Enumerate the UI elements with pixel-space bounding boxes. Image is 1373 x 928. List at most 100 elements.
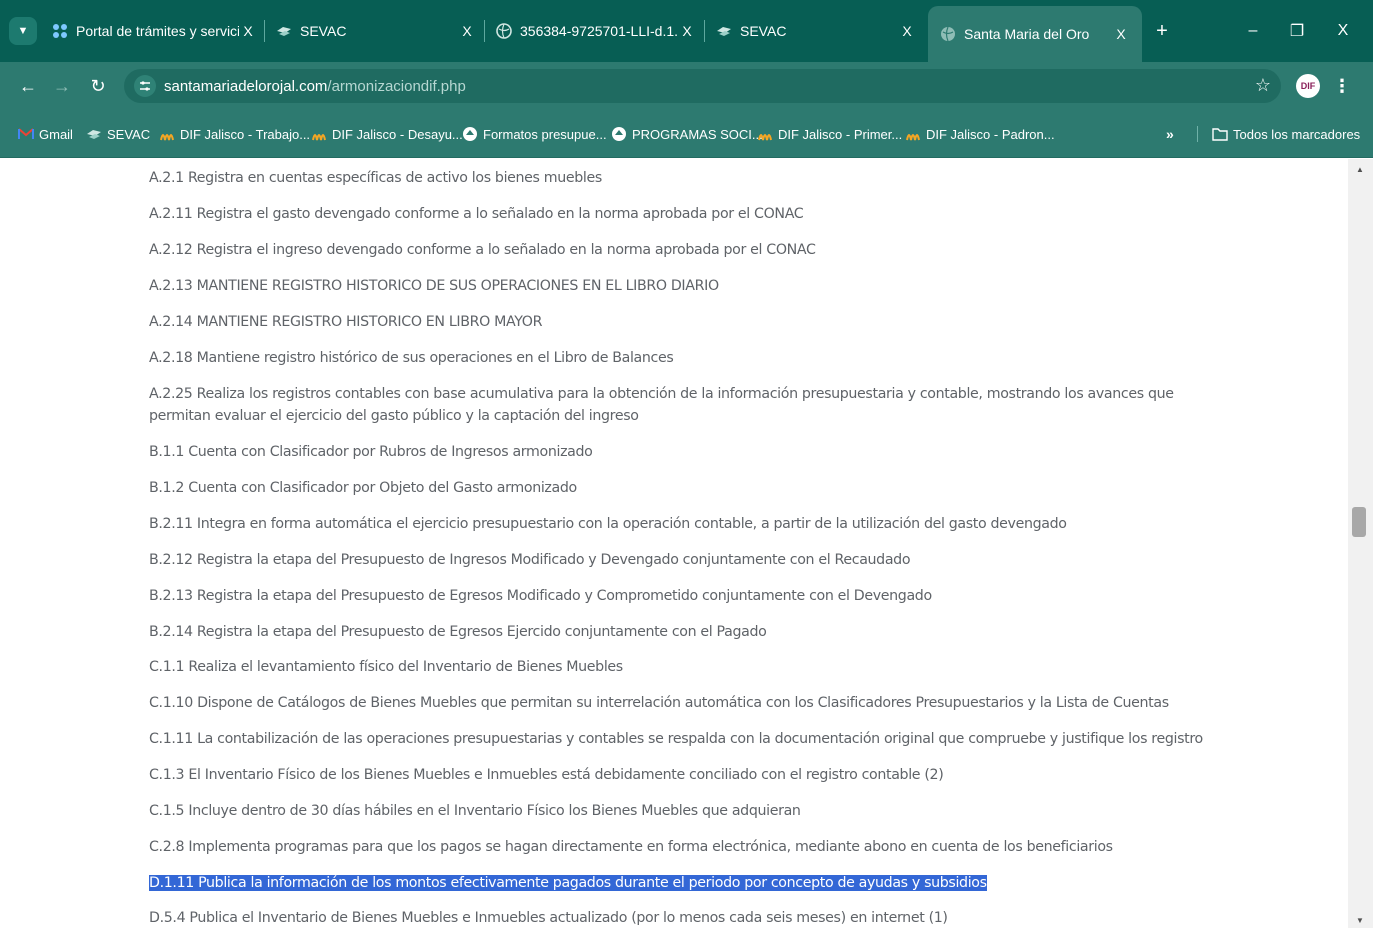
bookmark-label: DIF Jalisco - Primer... bbox=[778, 126, 903, 142]
list-item[interactable]: A.2.12 Registra el ingreso devengado con… bbox=[149, 239, 1229, 261]
bookmark-label: Gmail bbox=[39, 126, 73, 142]
list-item[interactable]: A.2.13 MANTIENE REGISTRO HISTORICO DE SU… bbox=[149, 275, 1229, 297]
forward-button[interactable]: → bbox=[48, 72, 76, 100]
item-text: A.2.14 MANTIENE REGISTRO HISTORICO EN LI… bbox=[149, 314, 543, 330]
bookmark-star-icon[interactable]: ☆ bbox=[1255, 75, 1271, 96]
bookmark-formatos[interactable]: Formatos presupue... bbox=[462, 122, 607, 146]
reload-button[interactable]: ↻ bbox=[84, 72, 112, 100]
bookmark-dif-desayunos[interactable]: DIF Jalisco - Desayu... bbox=[311, 122, 463, 146]
bookmark-dif-padron[interactable]: DIF Jalisco - Padron... bbox=[905, 122, 1055, 146]
list-item[interactable]: C.1.5 Incluye dentro de 30 días hábiles … bbox=[149, 800, 1229, 822]
list-item[interactable]: A.2.11 Registra el gasto devengado confo… bbox=[149, 203, 1229, 225]
dif-jalisco-icon bbox=[159, 126, 175, 142]
close-window-button[interactable]: X bbox=[1328, 16, 1358, 46]
profile-avatar[interactable]: DIF bbox=[1296, 74, 1320, 98]
tab-title: Portal de trámites y servicios bbox=[76, 23, 239, 39]
tab-sevac-2[interactable]: SEVAC X bbox=[716, 12, 916, 50]
url-host: santamariadelorojal.com bbox=[164, 77, 328, 95]
new-tab-button[interactable]: + bbox=[1150, 17, 1174, 45]
bookmark-gmail[interactable]: Gmail bbox=[18, 122, 73, 146]
scrollbar-thumb[interactable] bbox=[1352, 507, 1366, 538]
close-icon[interactable]: X bbox=[458, 23, 476, 39]
item-text: C.1.10 Dispone de Catálogos de Bienes Mu… bbox=[149, 695, 1169, 711]
list-item[interactable]: B.2.14 Registra la etapa del Presupuesto… bbox=[149, 621, 1229, 643]
globe-icon bbox=[611, 126, 627, 142]
close-icon[interactable]: X bbox=[678, 23, 696, 39]
list-item[interactable]: A.2.18 Mantiene registro histórico de su… bbox=[149, 347, 1229, 369]
url-path: /armonizaciondif.php bbox=[327, 77, 466, 95]
tab-title: SEVAC bbox=[300, 23, 347, 39]
item-text: A.2.1 Registra en cuentas específicas de… bbox=[149, 170, 602, 186]
vertical-scrollbar[interactable]: ▲ ▼ bbox=[1348, 159, 1373, 928]
bookmark-dif-primer[interactable]: DIF Jalisco - Primer... bbox=[757, 122, 902, 146]
tab-strip: ▼ Portal de trámites y servicios X SEVAC… bbox=[0, 0, 1373, 62]
list-item[interactable]: A.2.25 Realiza los registros contables c… bbox=[149, 383, 1229, 427]
minimize-button[interactable]: – bbox=[1238, 16, 1268, 46]
item-text: C.1.3 El Inventario Físico de los Bienes… bbox=[149, 767, 944, 783]
tab-portal-tramites[interactable]: Portal de trámites y servicios X bbox=[52, 12, 257, 50]
bookmark-label: Formatos presupue... bbox=[483, 126, 607, 142]
list-item[interactable]: C.1.11 La contabilización de las operaci… bbox=[149, 728, 1229, 750]
close-icon[interactable]: X bbox=[898, 23, 916, 39]
sevac-logo-icon bbox=[716, 23, 732, 39]
list-item[interactable]: C.1.3 El Inventario Físico de los Bienes… bbox=[149, 764, 1229, 786]
close-icon[interactable]: X bbox=[1112, 26, 1130, 42]
bookmark-label: SEVAC bbox=[107, 126, 151, 142]
list-item[interactable]: A.2.14 MANTIENE REGISTRO HISTORICO EN LI… bbox=[149, 311, 1229, 333]
list-item[interactable]: C.1.1 Realiza el levantamiento físico de… bbox=[149, 656, 1229, 678]
bookmark-label: PROGRAMAS SOCI... bbox=[632, 126, 763, 142]
back-button[interactable]: ← bbox=[14, 72, 42, 100]
arrow-right-icon: → bbox=[53, 75, 71, 96]
list-item[interactable]: B.2.11 Integra en forma automática el ej… bbox=[149, 513, 1229, 535]
close-icon: X bbox=[1337, 22, 1349, 39]
list-item[interactable]: A.2.1 Registra en cuentas específicas de… bbox=[149, 167, 1229, 189]
page-content: A.2.1 Registra en cuentas específicas de… bbox=[0, 159, 1348, 928]
globe-icon bbox=[940, 26, 956, 42]
item-text: A.2.12 Registra el ingreso devengado con… bbox=[149, 242, 816, 258]
list-item[interactable]: B.1.2 Cuenta con Clasificador por Objeto… bbox=[149, 477, 1229, 499]
list-item[interactable]: B.1.1 Cuenta con Clasificador por Rubros… bbox=[149, 441, 1229, 463]
sevac-logo-icon bbox=[86, 126, 102, 142]
tab-search-button[interactable]: ▼ bbox=[9, 17, 37, 45]
browser-menu-button[interactable]: ⋮ bbox=[1332, 72, 1352, 100]
item-text: B.2.13 Registra la etapa del Presupuesto… bbox=[149, 588, 932, 604]
tab-pdf-document[interactable]: 356384-9725701-LLI-d.1.11_ X bbox=[496, 12, 696, 50]
tab-separator bbox=[704, 20, 705, 42]
all-bookmarks-button[interactable]: Todos los marcadores bbox=[1212, 122, 1360, 146]
tab-title: 356384-9725701-LLI-d.1.11_ bbox=[520, 23, 678, 39]
arrow-left-icon: ← bbox=[19, 75, 37, 96]
close-icon[interactable]: X bbox=[239, 23, 257, 39]
bookmark-dif-trabajo[interactable]: DIF Jalisco - Trabajo... bbox=[159, 122, 310, 146]
list-item[interactable]: D.5.4 Publica el Inventario de Bienes Mu… bbox=[149, 907, 1229, 928]
list-item[interactable]: C.1.10 Dispone de Catálogos de Bienes Mu… bbox=[149, 692, 1229, 714]
list-item-selected[interactable]: D.1.11 Publica la información de los mon… bbox=[149, 872, 1229, 894]
tab-title: SEVAC bbox=[740, 23, 787, 39]
item-text: B.2.11 Integra en forma automática el ej… bbox=[149, 516, 1067, 532]
address-bar[interactable]: santamariadelorojal.com/armonizaciondif.… bbox=[124, 69, 1281, 103]
list-item[interactable]: B.2.13 Registra la etapa del Presupuesto… bbox=[149, 585, 1229, 607]
item-text: B.2.12 Registra la etapa del Presupuesto… bbox=[149, 552, 911, 568]
item-text: D.5.4 Publica el Inventario de Bienes Mu… bbox=[149, 910, 948, 926]
dif-jalisco-icon bbox=[905, 126, 921, 142]
dif-jalisco-icon bbox=[311, 126, 327, 142]
tab-santa-maria-del-oro[interactable]: Santa Maria del Oro X bbox=[928, 6, 1142, 62]
item-text-continued: permitan evaluar el ejercicio del gasto … bbox=[149, 408, 639, 424]
browser-toolbar: ← → ↻ santamariadelorojal.com/armonizaci… bbox=[0, 62, 1373, 110]
item-text: A.2.11 Registra el gasto devengado confo… bbox=[149, 206, 804, 222]
chevron-down-icon: ▼ bbox=[17, 25, 29, 37]
item-text: C.1.5 Incluye dentro de 30 días hábiles … bbox=[149, 803, 801, 819]
more-vertical-icon: ⋮ bbox=[1333, 75, 1351, 96]
site-info-icon[interactable] bbox=[134, 75, 156, 97]
tab-sevac-1[interactable]: SEVAC X bbox=[276, 12, 476, 50]
bookmark-sevac[interactable]: SEVAC bbox=[86, 122, 150, 146]
restore-button[interactable]: ❐ bbox=[1282, 16, 1312, 46]
scroll-up-arrow-icon[interactable]: ▲ bbox=[1356, 165, 1364, 174]
scroll-down-arrow-icon[interactable]: ▼ bbox=[1356, 916, 1364, 925]
bookmarks-overflow-button[interactable]: » bbox=[1166, 122, 1174, 146]
list-item[interactable]: C.2.8 Implementa programas para que los … bbox=[149, 836, 1229, 858]
bookmark-programas-sociales[interactable]: PROGRAMAS SOCI... bbox=[611, 122, 763, 146]
url-text: santamariadelorojal.com/armonizaciondif.… bbox=[164, 78, 466, 95]
bookmarks-separator bbox=[1197, 126, 1198, 142]
globe-icon bbox=[462, 126, 478, 142]
list-item[interactable]: B.2.12 Registra la etapa del Presupuesto… bbox=[149, 549, 1229, 571]
